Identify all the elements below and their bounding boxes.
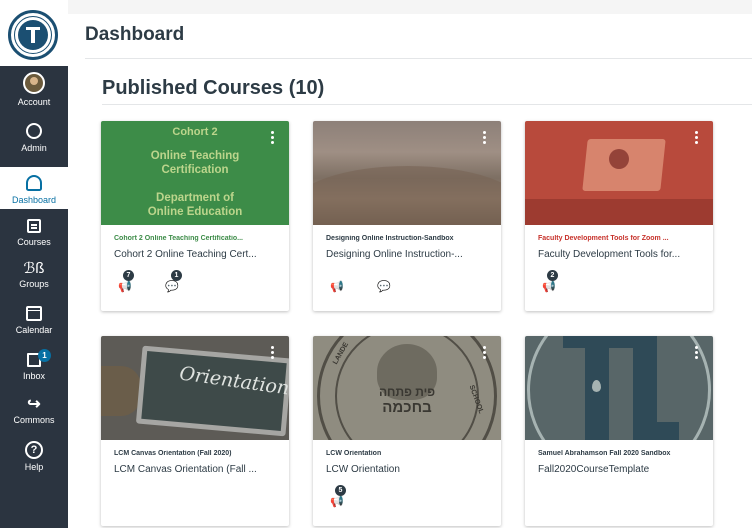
course-long-name: Fall2020CourseTemplate [538, 464, 650, 475]
page-title: Dashboard [85, 24, 185, 45]
section-divider [102, 104, 752, 105]
unread-badge: 5 [335, 485, 346, 496]
nav-account-label: Account [17, 97, 51, 107]
nav-help-label: Help [24, 462, 44, 472]
unread-badge: 2 [547, 270, 558, 281]
course-short-name[interactable]: Cohort 2 Online Teaching Certificatio... [114, 235, 284, 242]
hero-image [609, 149, 629, 169]
card-options-icon[interactable] [483, 131, 487, 147]
nav-groups-label: Groups [19, 279, 49, 289]
calendar-icon [26, 306, 42, 321]
course-card-hero[interactable]: Cohort 2 Online Teaching Certification D… [101, 121, 289, 225]
unread-badge: 7 [123, 270, 134, 281]
institution-logo-link[interactable] [0, 0, 68, 66]
shield-icon [26, 123, 42, 139]
help-icon: ? [25, 441, 43, 459]
nav-dashboard-label: Dashboard [11, 195, 57, 205]
course-long-name: LCW Orientation [326, 464, 400, 475]
course-short-name[interactable]: LCW Orientation [326, 450, 496, 457]
announcement-icon[interactable]: 📢 [118, 281, 132, 293]
course-card-hero[interactable] [525, 121, 713, 225]
hero-text: Cohort 2 [172, 126, 218, 138]
hero-image [313, 166, 501, 225]
course-card-hero[interactable] [313, 121, 501, 225]
course-long-name: Designing Online Instruction-... [326, 249, 463, 260]
discussion-icon[interactable]: 💬 [165, 281, 179, 293]
card-options-icon[interactable] [271, 346, 275, 362]
nav-commons[interactable]: ↪ Commons [0, 396, 68, 426]
logo-monogram [18, 20, 48, 50]
course-long-name: Cohort 2 Online Teaching Cert... [114, 249, 257, 260]
nav-inbox[interactable]: 1 Inbox [0, 349, 68, 382]
hero-text: Department of [156, 192, 234, 204]
header-divider [85, 58, 752, 59]
top-strip [68, 0, 752, 14]
nav-dashboard[interactable]: Dashboard [0, 167, 68, 209]
nav-calendar[interactable]: Calendar [0, 304, 68, 336]
course-card[interactable]: Designing Online Instruction-Sandbox Des… [313, 121, 501, 311]
hero-text: Certification [161, 164, 229, 176]
nav-admin[interactable]: Admin [0, 121, 68, 154]
card-options-icon[interactable] [271, 131, 275, 147]
dashboard-icon [26, 175, 42, 191]
course-card-hero[interactable]: Orientation [101, 336, 289, 440]
groups-icon: ℬß [23, 260, 45, 277]
hero-image [101, 366, 141, 416]
hero-image [592, 380, 601, 392]
nav-inbox-label: Inbox [22, 371, 46, 381]
hero-image [525, 199, 713, 225]
card-options-icon[interactable] [483, 346, 487, 362]
nav-account[interactable]: Account [0, 72, 68, 108]
course-card[interactable]: Cohort 2 Online Teaching Certification D… [101, 121, 289, 311]
course-card[interactable]: Orientation LCM Canvas Orientation (Fall… [101, 336, 289, 526]
course-short-name[interactable]: LCM Canvas Orientation (Fall 2020) [114, 450, 284, 457]
nav-admin-label: Admin [21, 143, 47, 153]
unread-badge: 1 [171, 270, 182, 281]
nav-calendar-label: Calendar [15, 325, 53, 335]
course-card-hero[interactable] [525, 336, 713, 440]
course-short-name[interactable]: Designing Online Instruction-Sandbox [326, 235, 496, 242]
hero-image [527, 336, 711, 440]
hero-image [633, 422, 679, 440]
card-options-icon[interactable] [695, 346, 699, 362]
course-long-name: LCM Canvas Orientation (Fall ... [114, 464, 257, 475]
hero-text: Online Education [147, 206, 243, 218]
section-title: Published Courses (10) [102, 77, 325, 99]
announcement-icon[interactable]: 📢 [330, 496, 344, 508]
hero-text: Online Teaching [150, 150, 240, 162]
course-card-hero[interactable]: פית פתחה בחכמה LANDE SCHOOL [313, 336, 501, 440]
nav-help[interactable]: ? Help [0, 440, 68, 473]
course-card[interactable]: Faculty Development Tools for Zoom ... F… [525, 121, 713, 311]
courses-icon [27, 219, 41, 233]
global-nav: Account Admin Dashboard Courses ℬß Group… [0, 0, 68, 528]
course-long-name: Faculty Development Tools for... [538, 249, 681, 260]
nav-commons-label: Commons [13, 415, 55, 425]
discussion-icon[interactable]: 💬 [377, 281, 391, 293]
nav-courses[interactable]: Courses [0, 217, 68, 248]
announcement-icon[interactable]: 📢 [330, 281, 344, 293]
nav-groups[interactable]: ℬß Groups [0, 260, 68, 290]
nav-courses-label: Courses [17, 237, 51, 247]
course-short-name[interactable]: Samuel Abrahamson Fall 2020 Sandbox [538, 450, 708, 457]
announcement-icon[interactable]: 📢 [542, 281, 556, 293]
main-content: Dashboard Published Courses (10) Cohort … [68, 14, 752, 528]
card-options-icon[interactable] [695, 131, 699, 147]
course-card[interactable]: פית פתחה בחכמה LANDE SCHOOL LCW Orientat… [313, 336, 501, 526]
course-short-name[interactable]: Faculty Development Tools for Zoom ... [538, 235, 708, 242]
commons-icon: ↪ [27, 396, 41, 413]
avatar [23, 72, 45, 94]
course-card[interactable]: Samuel Abrahamson Fall 2020 Sandbox Fall… [525, 336, 713, 526]
inbox-unread-badge: 1 [38, 349, 51, 362]
institution-logo [8, 10, 58, 60]
